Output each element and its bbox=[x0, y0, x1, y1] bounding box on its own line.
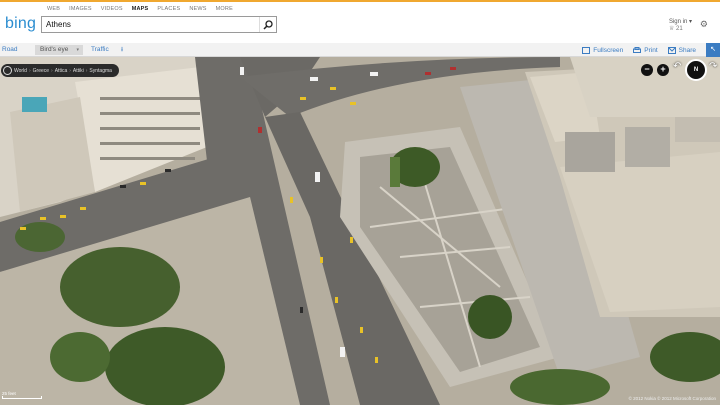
fullscreen-label: Fullscreen bbox=[593, 46, 624, 54]
breadcrumb-sep: › bbox=[85, 67, 88, 74]
search-icon bbox=[263, 19, 273, 30]
rewards-icon: ♕ bbox=[668, 26, 677, 32]
breadcrumb-sep: › bbox=[28, 67, 31, 74]
print-icon bbox=[633, 46, 642, 53]
map-canvas[interactable] bbox=[0, 57, 720, 405]
breadcrumb-attica[interactable]: Attica bbox=[55, 68, 68, 74]
breadcrumb-sep: › bbox=[69, 67, 71, 74]
search-box bbox=[41, 16, 277, 33]
fullscreen-icon bbox=[582, 46, 591, 54]
scale-bar-line bbox=[2, 396, 42, 399]
search-button[interactable] bbox=[259, 17, 276, 32]
bing-logo[interactable]: bing bbox=[5, 15, 36, 33]
globe-icon[interactable] bbox=[3, 66, 12, 75]
map-toolbar: Road Bird's eye ▾ Traffic ⭳ Fullscreen P… bbox=[0, 43, 720, 57]
traffic-button[interactable]: Traffic bbox=[91, 45, 109, 55]
rewards-count: 21 bbox=[676, 26, 683, 32]
breadcrumb-sep: › bbox=[51, 67, 53, 74]
search-input[interactable] bbox=[46, 19, 256, 30]
scale-bar: 25 feet bbox=[2, 391, 42, 399]
fullscreen-button[interactable]: Fullscreen bbox=[582, 46, 624, 54]
road-view-button[interactable]: Road bbox=[2, 45, 18, 55]
rewards-points: ♕ 21 bbox=[669, 25, 692, 32]
scope-places[interactable]: PLACES bbox=[157, 6, 180, 12]
gear-icon[interactable]: ⚙ bbox=[700, 19, 708, 30]
zoom-in-button[interactable]: + bbox=[657, 64, 669, 76]
header: bing WEB IMAGES VIDEOS MAPS PLACES NEWS … bbox=[0, 2, 720, 43]
scope-nav: WEB IMAGES VIDEOS MAPS PLACES NEWS MORE bbox=[47, 6, 242, 12]
compass-button[interactable]: N bbox=[685, 59, 707, 81]
scope-more[interactable]: MORE bbox=[216, 6, 233, 12]
compass-label: N bbox=[693, 67, 699, 73]
scale-label: 25 feet bbox=[2, 391, 16, 396]
scope-videos[interactable]: VIDEOS bbox=[101, 6, 123, 12]
scope-news[interactable]: NEWS bbox=[189, 6, 206, 12]
print-button[interactable]: Print bbox=[633, 46, 658, 54]
breadcrumb-attiki[interactable]: Attiki bbox=[73, 68, 84, 74]
rotate-left-icon[interactable]: ↶ bbox=[673, 61, 681, 72]
signin[interactable]: Sign in ▾ ♕ 21 bbox=[669, 18, 692, 32]
print-label: Print bbox=[644, 46, 658, 54]
aerial-imagery bbox=[0, 57, 720, 405]
share-button[interactable]: Share bbox=[667, 46, 696, 54]
rotate-right-icon[interactable]: ↷ bbox=[709, 61, 717, 72]
breadcrumb-syntagma[interactable]: Syntagma bbox=[89, 68, 112, 74]
birds-eye-view-button[interactable]: Bird's eye ▾ bbox=[35, 45, 83, 55]
chevron-down-icon[interactable]: ▾ bbox=[76, 45, 79, 55]
scope-images[interactable]: IMAGES bbox=[69, 6, 92, 12]
copyright-notice: © 2012 Nokia © 2012 Microsoft Corporatio… bbox=[628, 396, 716, 401]
breadcrumb-greece[interactable]: Greece bbox=[33, 68, 49, 74]
location-breadcrumb: World › Greece › Attica › Attiki › Syntagma bbox=[1, 64, 119, 77]
zoom-out-button[interactable]: − bbox=[641, 64, 653, 76]
breadcrumb-world[interactable]: World bbox=[14, 68, 27, 74]
birds-eye-label: Bird's eye bbox=[40, 46, 69, 53]
share-label: Share bbox=[678, 46, 696, 54]
scope-maps[interactable]: MAPS bbox=[132, 6, 149, 12]
scope-web[interactable]: WEB bbox=[47, 6, 60, 12]
download-icon[interactable]: ⭳ bbox=[117, 45, 127, 55]
mail-icon bbox=[667, 46, 676, 54]
collapse-panel-icon[interactable]: ↖ bbox=[706, 43, 720, 57]
toolbar-right: Fullscreen Print Share ↖ bbox=[582, 43, 720, 57]
